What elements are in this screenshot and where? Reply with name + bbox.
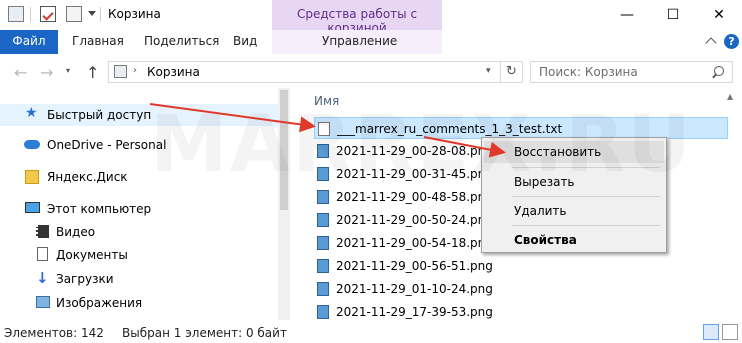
annotation-arrows: [149, 103, 506, 158]
arrow-to-file: [149, 103, 316, 133]
arrow-to-restore: [423, 136, 506, 158]
